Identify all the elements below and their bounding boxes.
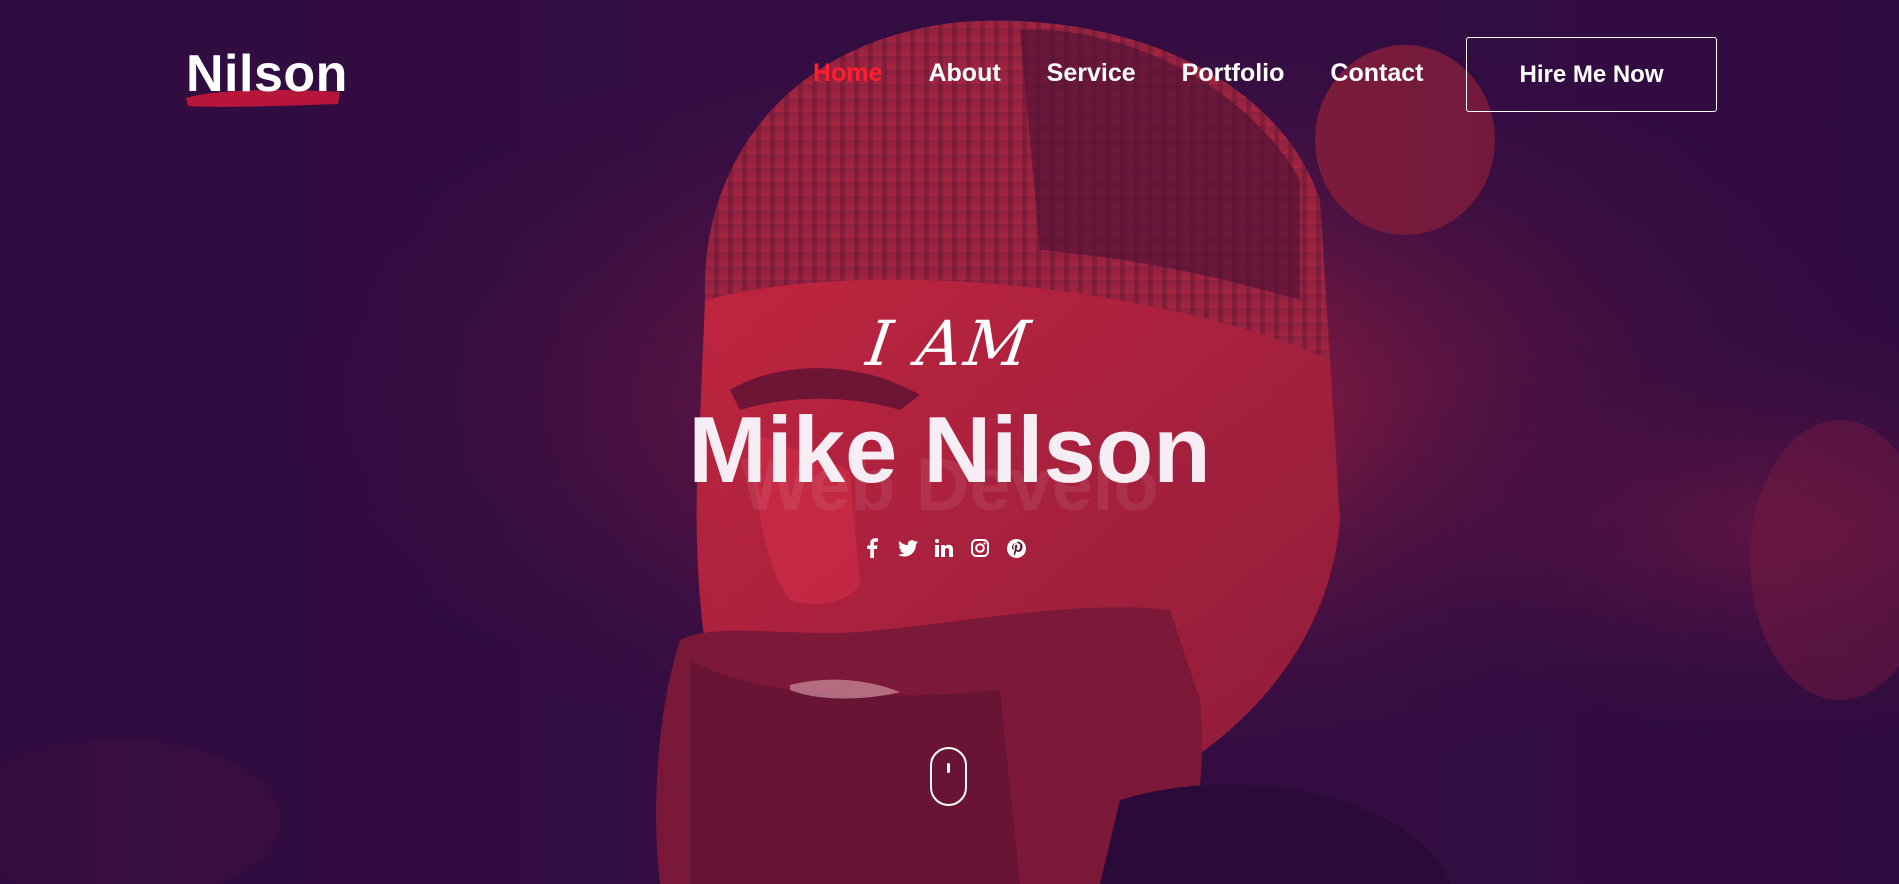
nav-item-portfolio[interactable]: Portfolio [1182, 58, 1285, 88]
nav-item-about[interactable]: About [928, 58, 1000, 88]
nav-item-service[interactable]: Service [1047, 58, 1136, 88]
instagram-icon[interactable] [969, 537, 991, 559]
social-links [861, 537, 1027, 559]
nav-item-contact[interactable]: Contact [1330, 58, 1423, 88]
twitter-icon[interactable] [897, 537, 919, 559]
facebook-icon[interactable] [861, 537, 883, 559]
site-logo[interactable]: Nilson [186, 48, 348, 100]
mouse-wheel [947, 763, 950, 773]
hero-section: Nilson Home About Service Portfolio Cont… [0, 0, 1899, 884]
hire-me-button[interactable]: Hire Me Now [1466, 37, 1717, 112]
main-nav: Home About Service Portfolio Contact [813, 58, 1423, 88]
linkedin-icon[interactable] [933, 537, 955, 559]
hero-name: Mike Nilson [688, 397, 1211, 502]
nav-item-home[interactable]: Home [813, 58, 882, 88]
mouse-scroll-icon[interactable] [930, 747, 967, 806]
intro-text: I AM [862, 307, 1037, 380]
pinterest-icon[interactable] [1005, 537, 1027, 559]
